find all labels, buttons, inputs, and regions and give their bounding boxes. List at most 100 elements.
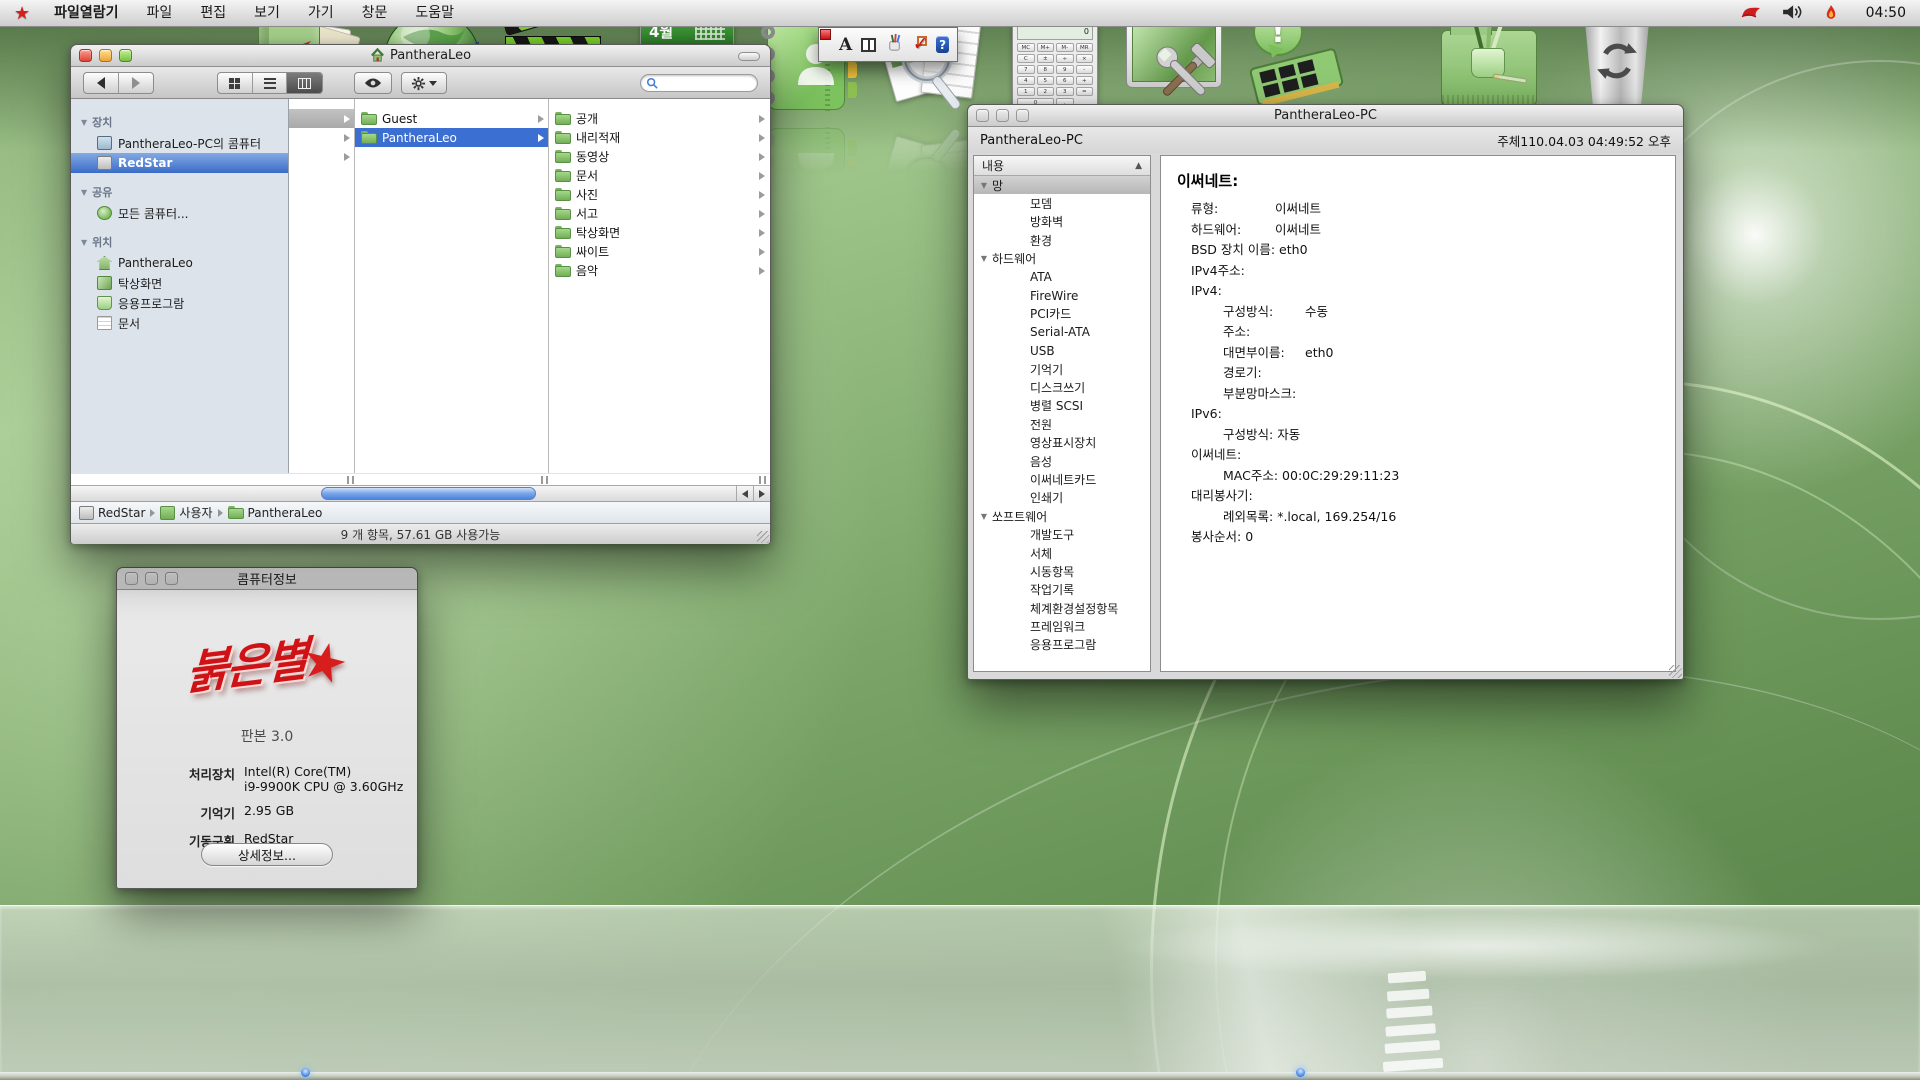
file-manager-titlebar[interactable]: PantheraLeo [71, 45, 770, 67]
palette-close-button[interactable] [820, 29, 831, 40]
tree-row-망[interactable]: ▼망 [974, 176, 1150, 194]
minimize-button[interactable] [996, 109, 1009, 122]
more-info-button[interactable]: 상세정보... [201, 843, 333, 866]
sidebar-item-문서[interactable]: 문서 [71, 313, 288, 333]
folder-row-서고[interactable]: 서고 [549, 204, 769, 223]
folder-row-공개[interactable]: 공개 [549, 109, 769, 128]
zoom-button[interactable] [119, 49, 132, 62]
menu-item-2[interactable]: 편집 [186, 0, 240, 27]
sidebar-item-RedStar[interactable]: RedStar [71, 153, 288, 173]
tree-row-Serial-ATA[interactable]: Serial-ATA [974, 323, 1150, 341]
menu-item-3[interactable]: 보기 [240, 0, 294, 27]
section-collapse-icon[interactable]: ▼ [81, 238, 87, 247]
path-segment-PantheraLeo[interactable]: PantheraLeo [228, 506, 323, 520]
collapse-arrow-icon[interactable]: ▼ [978, 512, 990, 521]
zoom-button[interactable] [1016, 109, 1029, 122]
tree-row-쏘프트웨어[interactable]: ▼쏘프트웨어 [974, 507, 1150, 525]
scrollbar-thumb[interactable] [321, 487, 536, 500]
sidebar-item-모든 콤퓨터...[interactable]: 모든 콤퓨터... [71, 203, 288, 223]
tree-row-영상표시장치[interactable]: 영상표시장치 [974, 433, 1150, 451]
close-button[interactable] [125, 572, 138, 585]
collapse-arrow-icon[interactable]: ▼ [978, 254, 990, 263]
scroll-left-button[interactable] [736, 486, 753, 501]
tree-row-PCI카드[interactable]: PCI카드 [974, 305, 1150, 323]
tree-row-응용프로그람[interactable]: 응용프로그람 [974, 636, 1150, 654]
close-button[interactable] [79, 49, 92, 62]
tree-row-디스크쓰기[interactable]: 디스크쓰기 [974, 378, 1150, 396]
column-view-button[interactable] [287, 73, 322, 93]
tree-row-음성[interactable]: 음성 [974, 452, 1150, 470]
search-input[interactable] [640, 74, 758, 92]
column-resize-handle[interactable] [541, 476, 548, 484]
folder-row-문서[interactable]: 문서 [549, 166, 769, 185]
sidebar-item-응용프로그람[interactable]: 응용프로그람 [71, 293, 288, 313]
spellcheck-tool-icon[interactable]: ✓ [913, 36, 927, 54]
clock[interactable]: 04:50 [1866, 5, 1906, 21]
tree-row-인쇄기[interactable]: 인쇄기 [974, 489, 1150, 507]
menu-item-5[interactable]: 창문 [348, 0, 402, 27]
profiler-titlebar[interactable]: PantheraLeo-PC [968, 105, 1683, 127]
tree-row-체계환경설정항목[interactable]: 체계환경설정항목 [974, 599, 1150, 617]
tree-row-병렬 SCSI[interactable]: 병렬 SCSI [974, 397, 1150, 415]
tree-row-방화벽[interactable]: 방화벽 [974, 213, 1150, 231]
browser-column-1[interactable] [289, 99, 355, 473]
list-view-button[interactable] [253, 73, 288, 93]
tree-row-기억기[interactable]: 기억기 [974, 360, 1150, 378]
tree-row-FireWire[interactable]: FireWire [974, 286, 1150, 304]
folder-row-음악[interactable]: 음악 [549, 261, 769, 280]
list-header[interactable]: 내용 ▲ [974, 156, 1150, 176]
back-button[interactable] [84, 73, 119, 93]
redstar-menu-icon[interactable]: ★ [14, 3, 30, 24]
tree-row-프레임워크[interactable]: 프레임워크 [974, 617, 1150, 635]
sidebar-item-PantheraLeo-PC의 콤퓨터[interactable]: PantheraLeo-PC의 콤퓨터 [71, 133, 288, 153]
sidebar-item-탁상화면[interactable]: 탁상화면 [71, 273, 288, 293]
folder-row-사진[interactable]: 사진 [549, 185, 769, 204]
column1-row[interactable] [289, 147, 354, 166]
path-segment-RedStar[interactable]: RedStar [79, 506, 145, 520]
folder-row-싸이트[interactable]: 싸이트 [549, 242, 769, 261]
browser-column-2[interactable]: GuestPantheraLeo [355, 99, 549, 473]
tree-row-USB[interactable]: USB [974, 342, 1150, 360]
tree-row-전원[interactable]: 전원 [974, 415, 1150, 433]
browser-column-3[interactable]: 공개내리적재동영상문서사진서고탁상화면싸이트음악 [549, 99, 769, 473]
folder-row-PantheraLeo[interactable]: PantheraLeo [355, 128, 548, 147]
section-collapse-icon[interactable]: ▼ [81, 188, 87, 197]
flag-icon[interactable] [1740, 4, 1762, 22]
sidebar-item-PantheraLeo[interactable]: PantheraLeo [71, 253, 288, 273]
close-button[interactable] [976, 109, 989, 122]
resize-grip[interactable] [757, 531, 769, 543]
help-tool-icon[interactable]: ? [936, 36, 949, 53]
menu-item-4[interactable]: 가기 [294, 0, 348, 27]
forward-button[interactable] [119, 73, 154, 93]
flame-icon[interactable] [1824, 4, 1846, 22]
action-menu-button[interactable] [401, 72, 447, 94]
icon-view-button[interactable] [218, 73, 253, 93]
pen-cup-tool-icon[interactable] [885, 33, 904, 56]
tree-row-모뎀[interactable]: 모뎀 [974, 194, 1150, 212]
menu-item-6[interactable]: 도움말 [401, 0, 468, 27]
scroll-right-button[interactable] [753, 486, 770, 501]
column-resize-handle[interactable] [347, 476, 354, 484]
tree-row-하드웨어[interactable]: ▼하드웨어 [974, 250, 1150, 268]
section-collapse-icon[interactable]: ▼ [81, 118, 87, 127]
column1-row[interactable] [289, 109, 354, 128]
tree-row-서체[interactable]: 서체 [974, 544, 1150, 562]
tree-row-ATA[interactable]: ATA [974, 268, 1150, 286]
minimize-button[interactable] [145, 572, 158, 585]
column1-row[interactable] [289, 128, 354, 147]
path-segment-사용자[interactable]: 사용자 [160, 504, 212, 521]
tree-row-작업기록[interactable]: 작업기록 [974, 581, 1150, 599]
folder-row-내리적재[interactable]: 내리적재 [549, 128, 769, 147]
tree-row-환경[interactable]: 환경 [974, 231, 1150, 249]
font-tool-icon[interactable]: A [839, 35, 852, 55]
folder-row-탁상화면[interactable]: 탁상화면 [549, 223, 769, 242]
columns-tool-icon[interactable] [861, 38, 875, 52]
toolbar-toggle-pill[interactable] [738, 52, 760, 61]
column-resize-handle[interactable] [759, 476, 766, 484]
collapse-arrow-icon[interactable]: ▼ [978, 181, 990, 190]
resize-grip[interactable] [1669, 665, 1682, 678]
zoom-button[interactable] [165, 572, 178, 585]
minimize-button[interactable] [99, 49, 112, 62]
tree-row-시동항목[interactable]: 시동항목 [974, 562, 1150, 580]
folder-row-Guest[interactable]: Guest [355, 109, 548, 128]
